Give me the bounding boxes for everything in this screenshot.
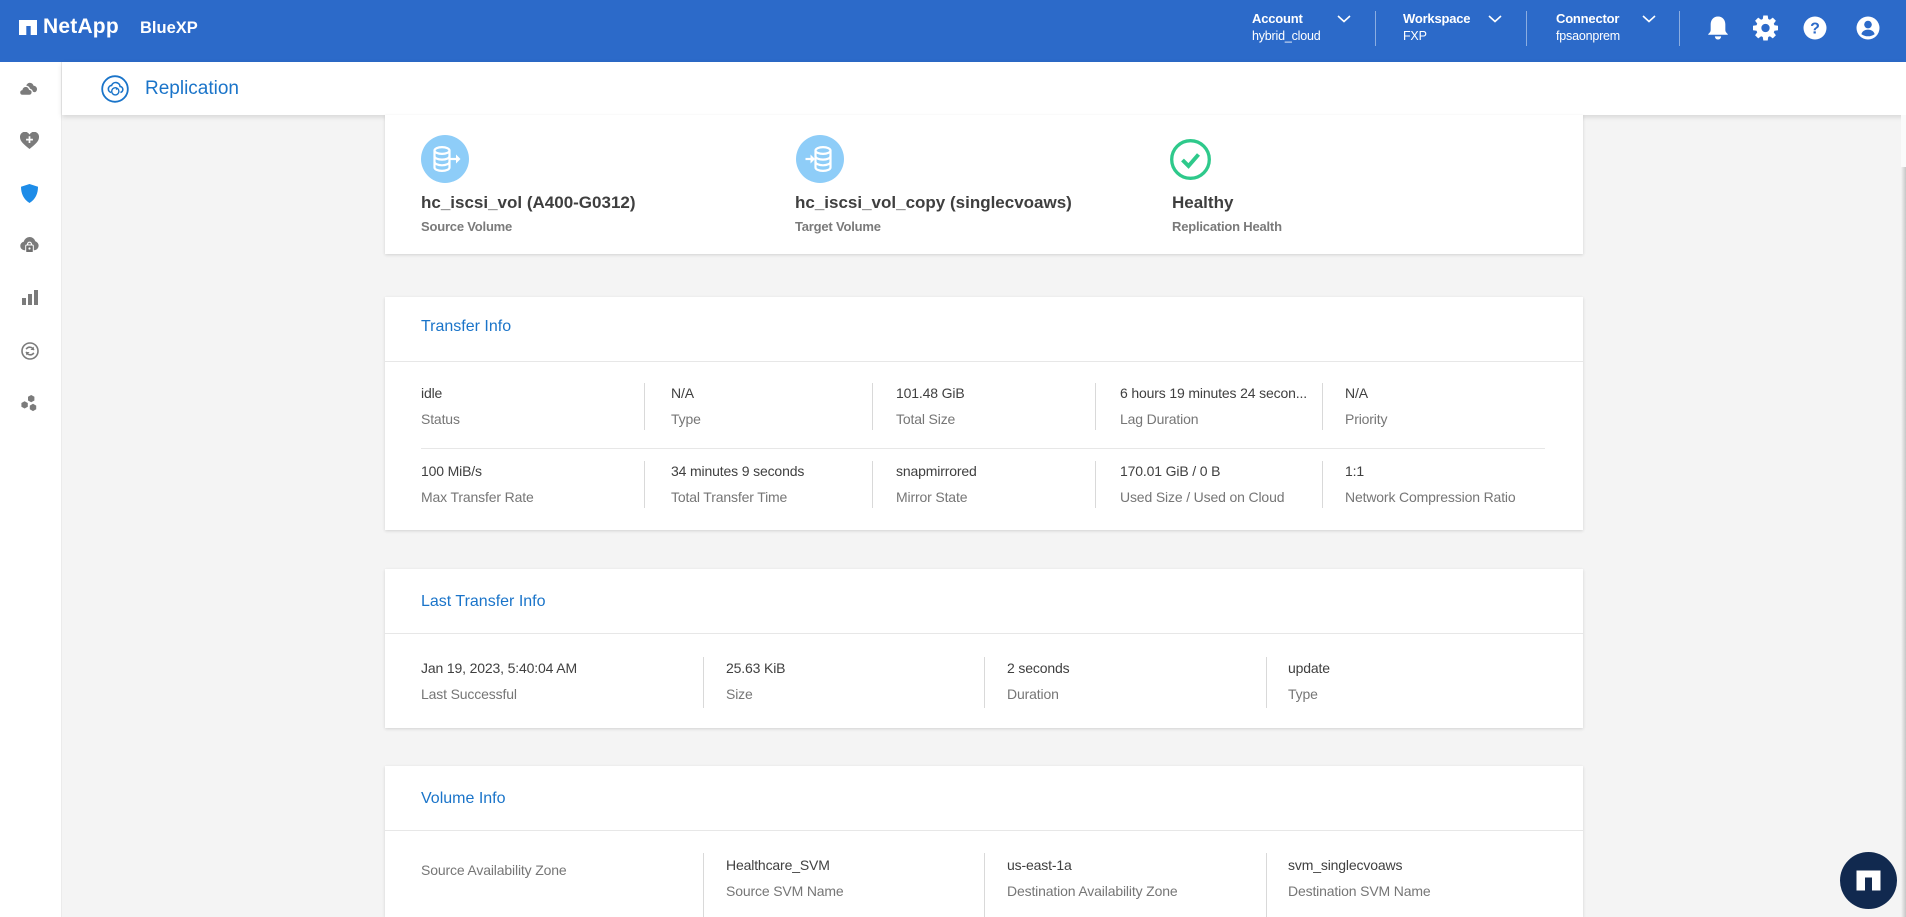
svg-text:?: ? bbox=[1810, 21, 1820, 38]
